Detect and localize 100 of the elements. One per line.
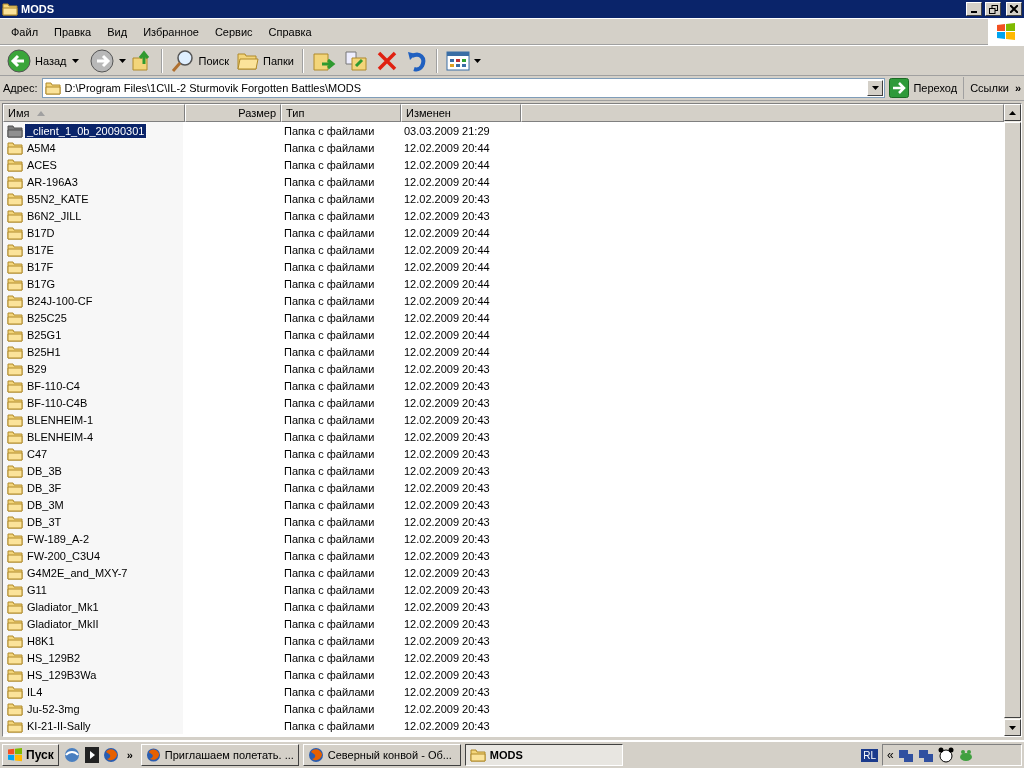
menu-item[interactable]: Справка [260, 23, 320, 40]
folder-name[interactable]: DB_3B [25, 463, 64, 478]
mail-icon[interactable] [62, 747, 81, 763]
folder-name[interactable]: B29 [25, 361, 49, 376]
minimize-button[interactable] [966, 2, 982, 16]
name-cell[interactable]: DB_3T [3, 513, 183, 530]
name-cell[interactable]: HS_129B2 [3, 649, 183, 666]
folder-name[interactable]: DB_3T [25, 514, 64, 529]
folder-name[interactable]: B25C25 [25, 310, 69, 325]
folder-name[interactable]: G11 [25, 582, 49, 597]
folder-name[interactable]: B6N2_JILL [25, 208, 84, 223]
name-cell[interactable]: DB_3B [3, 462, 183, 479]
folders-button[interactable]: Папки [234, 48, 297, 73]
name-cell[interactable]: B17E [3, 241, 183, 258]
name-cell[interactable]: B29 [3, 360, 183, 377]
go-button[interactable]: Переход [889, 77, 965, 99]
menu-item[interactable]: Сервис [206, 23, 261, 40]
folder-name[interactable]: HS_129B2 [25, 650, 83, 665]
column-header[interactable]: Тип [281, 104, 401, 122]
more-chevron[interactable]: » [126, 749, 133, 761]
search-button[interactable]: Поиск [167, 46, 232, 75]
menu-item[interactable]: Файл [3, 23, 47, 40]
name-cell[interactable]: B17D [3, 224, 183, 241]
name-cell[interactable]: ACES [3, 156, 183, 173]
folder-name[interactable]: B17E [25, 242, 56, 257]
start-button[interactable]: Пуск [2, 744, 59, 766]
name-cell[interactable]: KI-21-II-Sally [3, 717, 183, 734]
name-cell[interactable]: BF-110-C4 [3, 377, 183, 394]
folder-name[interactable]: FW-189_A-2 [25, 531, 92, 546]
name-cell[interactable]: B25C25 [3, 309, 183, 326]
name-cell[interactable]: B17F [3, 258, 183, 275]
folder-name[interactable]: AR-196A3 [25, 174, 80, 189]
network-icon[interactable] [897, 747, 914, 763]
name-cell[interactable]: DB_3F [3, 479, 183, 496]
taskbar-button[interactable]: MODS [464, 744, 623, 766]
name-cell[interactable]: BLENHEIM-4 [3, 428, 183, 445]
name-cell[interactable]: BLENHEIM-1 [3, 411, 183, 428]
folder-name[interactable]: HS_129B3Wa [25, 667, 99, 682]
folder-name[interactable]: KI-21-II-Sally [25, 718, 93, 733]
name-cell[interactable]: HS_129B3Wa [3, 666, 183, 683]
language-indicator[interactable]: RL [861, 748, 878, 762]
taskbar-button[interactable]: Северный конвой - Об... [302, 744, 461, 766]
media-player-icon[interactable] [84, 747, 99, 763]
name-cell[interactable]: B17G [3, 275, 183, 292]
back-button[interactable]: Назад [4, 46, 70, 75]
folder-name[interactable]: B25H1 [25, 344, 63, 359]
folder-name[interactable]: C47 [25, 446, 50, 461]
folder-name[interactable]: H8K1 [25, 633, 57, 648]
panda-icon[interactable] [937, 747, 954, 763]
more-chevron[interactable]: » [1014, 82, 1021, 94]
name-cell[interactable]: G4M2E_and_MXY-7 [3, 564, 183, 581]
folder-name[interactable]: B5N2_KATE [25, 191, 91, 206]
column-header[interactable]: Имя [3, 104, 185, 122]
name-cell[interactable]: Gladiator_MkII [3, 615, 183, 632]
folder-name[interactable]: B17D [25, 225, 57, 240]
folder-name[interactable]: B17G [25, 276, 58, 291]
links-button[interactable]: Ссылки [968, 82, 1011, 94]
folder-name[interactable]: Gladiator_MkII [25, 616, 101, 631]
address-field[interactable]: D:\Program Files\1C\IL-2 Sturmovik Forgotten Battles\MODS [41, 78, 886, 98]
name-cell[interactable]: B6N2_JILL [3, 207, 183, 224]
folder-name[interactable]: BF-110-C4B [25, 395, 90, 410]
menu-item[interactable]: Избранное [135, 23, 207, 40]
folder-name[interactable]: Ju-52-3mg [25, 701, 82, 716]
name-cell[interactable]: B5N2_KATE [3, 190, 183, 207]
folder-name[interactable]: BLENHEIM-4 [25, 429, 96, 444]
folder-name[interactable]: G4M2E_and_MXY-7 [25, 565, 130, 580]
name-cell[interactable]: B25H1 [3, 343, 183, 360]
folder-name[interactable]: B25G1 [25, 327, 64, 342]
folder-name[interactable]: IL4 [25, 684, 45, 699]
folder-name[interactable]: BLENHEIM-1 [25, 412, 96, 427]
folder-name[interactable]: DB_3F [25, 480, 64, 495]
name-cell[interactable]: AR-196A3 [3, 173, 183, 190]
column-header[interactable]: Изменен [401, 104, 521, 122]
tray-expand-button[interactable]: « [887, 748, 894, 762]
folder-name[interactable]: FW-200_C3U4 [25, 548, 103, 563]
close-button[interactable] [1006, 2, 1022, 16]
folder-name[interactable]: B17F [25, 259, 56, 274]
folder-name[interactable]: A5M4 [25, 140, 58, 155]
name-cell[interactable]: B25G1 [3, 326, 183, 343]
name-cell[interactable]: _client_1_0b_20090301 [3, 122, 183, 139]
name-cell[interactable]: B24J-100-CF [3, 292, 183, 309]
dropdown-button[interactable] [867, 80, 884, 96]
name-cell[interactable]: C47 [3, 445, 183, 462]
column-header[interactable]: Размер [185, 104, 281, 122]
name-cell[interactable]: FW-200_C3U4 [3, 547, 183, 564]
taskbar-button[interactable]: Приглашаем полетать. ... [140, 744, 299, 766]
menu-item[interactable]: Вид [99, 23, 136, 40]
name-cell[interactable]: BF-110-C4B [3, 394, 183, 411]
menu-item[interactable]: Правка [46, 23, 100, 40]
folder-name[interactable]: B24J-100-CF [25, 293, 95, 308]
name-cell[interactable]: G11 [3, 581, 183, 598]
folder-name[interactable]: Gladiator_Mk1 [25, 599, 101, 614]
scroll-down-button[interactable] [1004, 719, 1021, 736]
name-cell[interactable]: IL4 [3, 683, 183, 700]
name-cell[interactable]: FW-189_A-2 [3, 530, 183, 547]
folder-name[interactable]: ACES [25, 157, 59, 172]
name-cell[interactable]: H8K1 [3, 632, 183, 649]
restore-button[interactable] [985, 2, 1001, 16]
folder-name[interactable]: DB_3M [25, 497, 66, 512]
scroll-up-button[interactable] [1004, 104, 1021, 121]
